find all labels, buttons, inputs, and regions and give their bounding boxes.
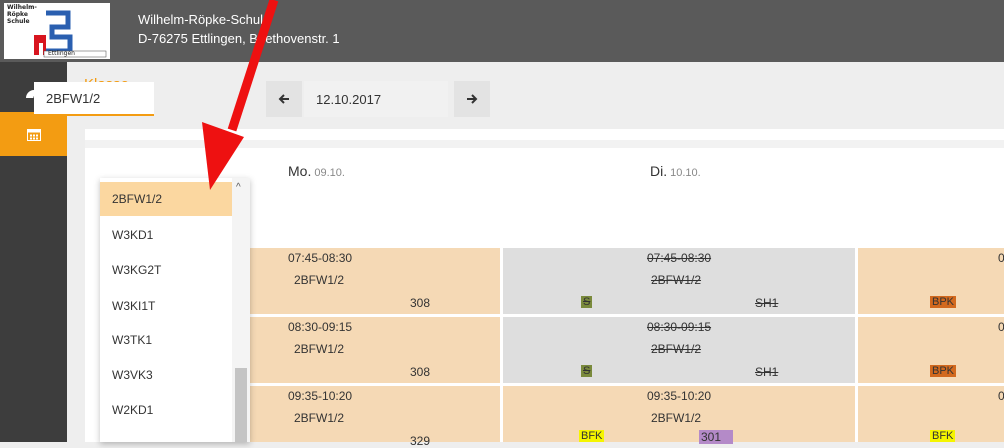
lesson-time: 0 [998,320,1004,334]
lesson-class: 2BFW1/2 [294,273,345,287]
header-bar: Wilhelm- Röpke Schule Ettlingen Wilhelm-… [0,0,1004,62]
lesson-cell[interactable]: 08:30-09:15 2BFW1/2 308 [250,317,500,383]
class-dropdown[interactable]: 2BFW1/2 W3KD1 W3KG2T W3KI1T W3TK1 W3VK3 … [100,178,250,442]
lesson-time: 08:30-09:15 [647,320,712,334]
lesson-room: 308 [410,296,431,310]
dropdown-option[interactable]: W3VK3 [100,358,232,392]
lesson-subject: BPK [930,296,957,308]
lesson-cell-cancelled[interactable]: 07:45-08:30 2BFW1/2 S SH1 [503,248,855,314]
dropdown-option[interactable]: W2KD1 [100,393,232,427]
lesson-cell[interactable]: 09:35-10:20 2BFW1/2 BFK 301 [503,386,855,444]
class-select-input[interactable]: 2BFW1/2 [34,82,154,116]
lesson-class: 2BFW1/2 [294,342,345,356]
date-field[interactable]: 12.10.2017 [304,81,448,117]
chevron-up-icon[interactable]: ^ [236,182,241,193]
lesson-subject: S [581,365,593,377]
lesson-room: 329 [410,434,431,448]
lesson-cell[interactable]: 09:35-10:20 2BFW1/2 329 [250,386,500,448]
lesson-time: 0 [998,251,1004,265]
dropdown-option[interactable]: W3TK1 [100,323,232,357]
lesson-cell[interactable]: 07:45-08:30 2BFW1/2 308 [250,248,500,314]
day-name: Mo. [288,163,312,179]
day-name: Di. [650,163,668,179]
sidebar-item-timetable[interactable] [0,112,67,156]
lesson-cell-cancelled[interactable]: 08:30-09:15 2BFW1/2 S SH1 [503,317,855,383]
lesson-time: 09:35-10:20 [288,389,353,403]
scrollbar-thumb[interactable] [235,368,247,442]
lesson-class: 2BFW1/2 [651,342,702,356]
lesson-time: 09:35-10:20 [647,389,712,403]
sidebar [0,62,67,442]
lesson-subject: BPK [930,365,957,377]
day-header-tuesday: Di. 10.10. [650,163,701,179]
school-info: Wilhelm-Röpke-Schule D-76275 Ettlingen, … [138,10,340,48]
lesson-class: 2BFW1/2 [651,411,702,425]
dropdown-option[interactable]: 2BFW1/2 [100,182,232,216]
lesson-subject: BFK [579,430,605,442]
previous-week-button[interactable] [266,81,302,117]
lesson-room: 308 [410,365,431,379]
school-logo: Wilhelm- Röpke Schule Ettlingen [4,3,110,59]
lesson-time: 0 [998,389,1004,403]
lesson-subject: S [581,296,593,308]
dropdown-option[interactable]: W3KI1T [100,289,232,323]
day-date: 10.10. [670,167,701,179]
lesson-room: SH1 [755,296,779,310]
lesson-subject: BFK [930,430,956,442]
lesson-time: 08:30-09:15 [288,320,353,334]
lesson-cell[interactable]: 0 BFK [858,386,1004,442]
dropdown-option[interactable]: W3KD1 [100,218,232,252]
arrow-right-icon [467,94,478,104]
next-week-button[interactable] [454,81,490,117]
lesson-time: 07:45-08:30 [647,251,712,265]
school-address: D-76275 Ettlingen, Beethovenstr. 1 [138,31,340,46]
lesson-cell[interactable]: 0 BPK [858,317,1004,383]
dropdown-option[interactable]: W3KG2T [100,253,232,287]
arrow-left-icon [278,94,289,104]
lesson-class: 2BFW1/2 [651,273,702,287]
lesson-class: 2BFW1/2 [294,411,345,425]
school-name: Wilhelm-Röpke-Schule [138,12,271,27]
header-divider [85,140,1004,148]
logo-city: Ettlingen [48,50,75,57]
lesson-room: SH1 [755,365,779,379]
day-header-monday: Mo. 09.10. [288,163,345,179]
lesson-cell[interactable]: 0 BPK [858,248,1004,314]
dropdown-scrollbar[interactable]: ^ [232,178,250,442]
lesson-time: 07:45-08:30 [288,251,353,265]
calendar-icon [26,129,41,141]
day-date: 09.10. [314,167,345,179]
